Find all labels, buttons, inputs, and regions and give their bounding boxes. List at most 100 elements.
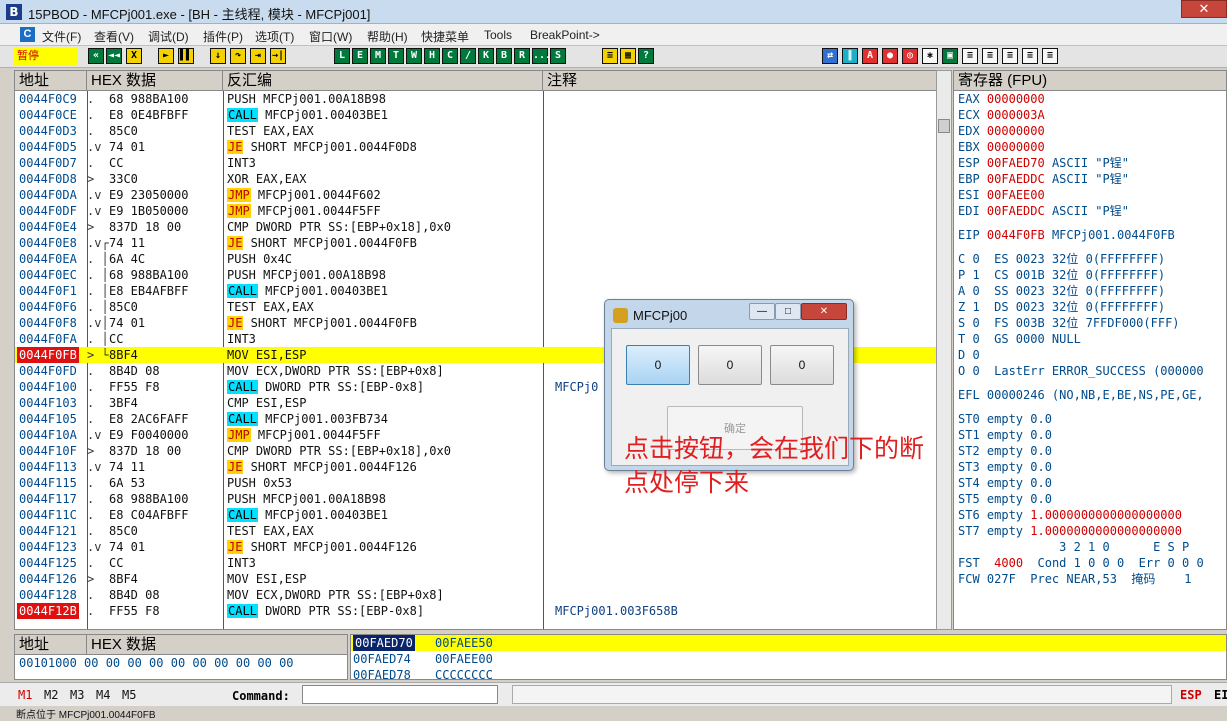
- column-header-address[interactable]: 地址: [15, 71, 87, 91]
- windows-window-icon[interactable]: W: [406, 48, 422, 64]
- register-line[interactable]: EAX 00000000: [958, 91, 1045, 107]
- disassembly-row[interactable]: 0044F128. 8B4D 08 MOV ECX,DWORD PTR SS:[EB…: [15, 587, 939, 603]
- stack-pane[interactable]: 00FAED70 00FAEE50 00FAED74 00FAEE00 00FAED78…: [350, 634, 1227, 680]
- register-line[interactable]: ST4 empty 0.0: [958, 475, 1052, 491]
- menu-window[interactable]: 窗口(W): [309, 28, 352, 45]
- references-window-icon[interactable]: R: [514, 48, 530, 64]
- menu-file[interactable]: 文件(F): [42, 28, 81, 45]
- call-stack-window-icon[interactable]: K: [478, 48, 494, 64]
- dump-row[interactable]: 00101000 00 00 00 00 00 00 00 00 00 00: [19, 655, 294, 671]
- align-right-icon[interactable]: ≡: [1002, 48, 1018, 64]
- register-line[interactable]: A 0 SS 0023 32位 0(FFFFFFFF): [958, 283, 1165, 299]
- register-line[interactable]: EFL 00000246 (NO,NB,E,BE,NS,PE,GE,: [958, 387, 1204, 403]
- plugin-icon[interactable]: ∥: [842, 48, 858, 64]
- register-line[interactable]: S 0 FS 003B 32位 7FFDF000(FFF): [958, 315, 1180, 331]
- column-header-disassembly[interactable]: 反汇编: [223, 71, 543, 91]
- disassembly-row[interactable]: 0044F0E8 .v┌ 74 11 JE SHORT MFCPj001.0044F0…: [15, 235, 939, 251]
- refresh-icon[interactable]: ⇄: [822, 48, 838, 64]
- register-line[interactable]: O 0 LastErr ERROR_SUCCESS (000000: [958, 363, 1204, 379]
- counter-button-1[interactable]: 0: [626, 345, 690, 385]
- dialog-maximize-button[interactable]: □: [775, 303, 801, 320]
- marker-m2[interactable]: M2: [44, 688, 58, 702]
- menu-help[interactable]: 帮助(H): [367, 28, 408, 45]
- cpu-window-button-icon[interactable]: C: [442, 48, 458, 64]
- monitor-icon[interactable]: ▣: [942, 48, 958, 64]
- disassembly-row[interactable]: 0044F126 >8BF4 MOV ESI,ESP: [15, 571, 939, 587]
- disassembly-row[interactable]: 0044F121. 85C0 TEST EAX,EAX: [15, 523, 939, 539]
- back-icon[interactable]: ◄◄: [106, 48, 122, 64]
- register-line[interactable]: ST2 empty 0.0: [958, 443, 1052, 459]
- stack-row[interactable]: 00FAED74 00FAEE00: [351, 651, 1226, 667]
- register-line[interactable]: EBX 00000000: [958, 139, 1045, 155]
- list-view-icon[interactable]: ≡: [602, 48, 618, 64]
- align-center-icon[interactable]: ≡: [982, 48, 998, 64]
- handles-window-icon[interactable]: H: [424, 48, 440, 64]
- disassembly-row[interactable]: 0044F0EA . │ 6A 4C PUSH 0x4C: [15, 251, 939, 267]
- register-line[interactable]: C 0 ES 0023 32位 0(FFFFFFFF): [958, 251, 1165, 267]
- marker-m5[interactable]: M5: [122, 688, 136, 702]
- grid-view-icon[interactable]: ▦: [620, 48, 636, 64]
- cpu-window-icon[interactable]: C: [20, 27, 35, 42]
- column-header-comment[interactable]: 注释: [543, 71, 949, 91]
- marker-m4[interactable]: M4: [96, 688, 110, 702]
- marker-m1[interactable]: M1: [18, 688, 32, 702]
- register-line[interactable]: EDI 00FAEDDC ASCII "P锃": [958, 203, 1129, 219]
- disassembly-row[interactable]: 0044F11C. E8 C04AFBFF CALL MFCPj001.00403B…: [15, 507, 939, 523]
- memory-window-icon[interactable]: M: [370, 48, 386, 64]
- column-header-hex[interactable]: HEX 数据: [87, 71, 223, 91]
- run-trace-window-icon[interactable]: ...: [532, 48, 551, 64]
- threads-window-icon[interactable]: T: [388, 48, 404, 64]
- scrollbar-thumb[interactable]: [938, 119, 950, 133]
- disassembly-row[interactable]: 0044F0D3. 85C0 TEST EAX,EAX: [15, 123, 939, 139]
- bug-icon[interactable]: ✱: [922, 48, 938, 64]
- menu-plugins[interactable]: 插件(P): [203, 28, 243, 45]
- dump-header-address[interactable]: 地址: [15, 635, 87, 655]
- restart-icon[interactable]: «: [88, 48, 104, 64]
- menu-breakpoint[interactable]: BreakPoint->: [530, 28, 600, 42]
- menu-tools[interactable]: Tools: [484, 28, 512, 42]
- modules-window-icon[interactable]: E: [352, 48, 368, 64]
- register-line[interactable]: ST6 empty 1.0000000000000000000: [958, 507, 1182, 523]
- menu-debug[interactable]: 调试(D): [148, 28, 189, 45]
- stack-row[interactable]: 00FAED70 00FAEE50: [351, 635, 1226, 651]
- help-icon[interactable]: ?: [638, 48, 654, 64]
- memory-dump-pane[interactable]: 地址 HEX 数据 00101000 00 00 00 00 00 00 00 …: [14, 634, 348, 680]
- command-input[interactable]: [302, 685, 498, 704]
- log-window-icon[interactable]: L: [334, 48, 350, 64]
- disassembly-row[interactable]: 0044F0E4 >837D 18 00 CMP DWORD PTR SS:[EBP…: [15, 219, 939, 235]
- register-line[interactable]: ST0 empty 0.0: [958, 411, 1052, 427]
- register-line[interactable]: ST5 empty 0.0: [958, 491, 1052, 507]
- disassembly-scrollbar[interactable]: [936, 70, 952, 630]
- marker-m3[interactable]: M3: [70, 688, 84, 702]
- register-line[interactable]: T 0 GS 0000 NULL: [958, 331, 1081, 347]
- disassembly-row[interactable]: 0044F0D5 .v 74 01 JE SHORT MFCPj001.0044F0D…: [15, 139, 939, 155]
- register-line[interactable]: Z 1 DS 0023 32位 0(FFFFFFFF): [958, 299, 1165, 315]
- columns-icon[interactable]: ≡: [1042, 48, 1058, 64]
- register-line[interactable]: ST7 empty 1.0000000000000000000: [958, 523, 1182, 539]
- counter-button-2[interactable]: 0: [698, 345, 762, 385]
- pause-icon[interactable]: ▌▌: [178, 48, 194, 64]
- disassembly-row[interactable]: 0044F123 .v 74 01 JE SHORT MFCPj001.0044F12…: [15, 539, 939, 555]
- register-line[interactable]: ESP 00FAED70 ASCII "P锃": [958, 155, 1129, 171]
- disassembly-row[interactable]: 0044F0DF .v E9 1B050000 JMP MFCPj001.0044F5…: [15, 203, 939, 219]
- record-icon[interactable]: ●: [882, 48, 898, 64]
- counter-button-3[interactable]: 0: [770, 345, 834, 385]
- esp-label[interactable]: ESP: [1180, 688, 1202, 702]
- step-over-icon[interactable]: ↷: [230, 48, 246, 64]
- disassembly-row[interactable]: 0044F0EC . │ 68 988BA100 PUSH MFCPj001.00A1…: [15, 267, 939, 283]
- menu-view[interactable]: 查看(V): [94, 28, 134, 45]
- trace-over-icon[interactable]: →|: [270, 48, 286, 64]
- disassembly-row[interactable]: 0044F0D8 >33C0 XOR EAX,EAX: [15, 171, 939, 187]
- justify-icon[interactable]: ≡: [1022, 48, 1038, 64]
- register-line[interactable]: EDX 00000000: [958, 123, 1045, 139]
- source-window-icon[interactable]: S: [550, 48, 566, 64]
- close-process-icon[interactable]: X: [126, 48, 142, 64]
- register-line[interactable]: ST3 empty 0.0: [958, 459, 1052, 475]
- step-into-icon[interactable]: ↓: [210, 48, 226, 64]
- menu-shortcuts[interactable]: 快捷菜单: [421, 28, 469, 45]
- a-plugin-icon[interactable]: A: [862, 48, 878, 64]
- breakpoints-window-icon[interactable]: B: [496, 48, 512, 64]
- register-line[interactable]: P 1 CS 001B 32位 0(FFFFFFFF): [958, 267, 1165, 283]
- window-close-button[interactable]: ✕: [1181, 0, 1227, 18]
- register-line[interactable]: EBP 00FAEDDC ASCII "P锃": [958, 171, 1129, 187]
